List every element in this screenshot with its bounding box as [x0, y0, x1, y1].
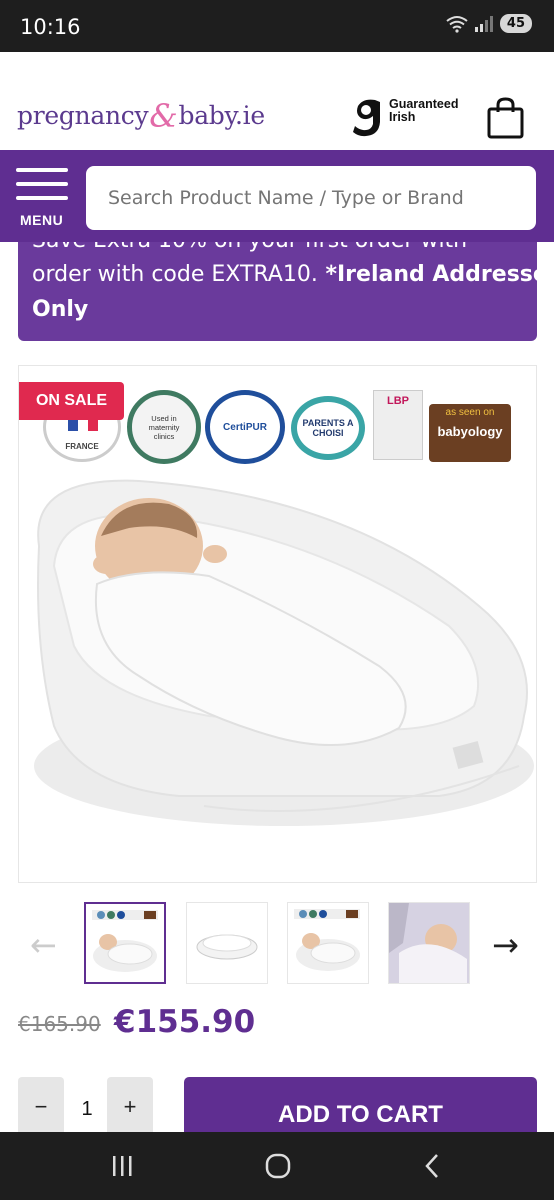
promo-text-bold: Only: [32, 297, 89, 322]
thumbnail-1[interactable]: [84, 902, 166, 984]
wifi-icon: [446, 15, 468, 33]
product-image-card[interactable]: ON SALE FRANCE Used in maternity clinics…: [18, 365, 537, 883]
hamburger-line: [16, 182, 68, 186]
thumbnail-3[interactable]: [287, 902, 369, 984]
carousel-prev-icon[interactable]: ←: [30, 926, 57, 964]
sale-badge: ON SALE: [19, 382, 124, 420]
nav-bar: MENU: [0, 150, 554, 242]
system-nav-bar: [0, 1132, 554, 1200]
sale-price: €155.90: [114, 1004, 256, 1040]
thumbnail-carousel: ← →: [0, 900, 554, 985]
original-price: €165.90: [18, 1012, 101, 1036]
carousel-next-icon[interactable]: →: [492, 926, 519, 964]
babyology-badge: as seen on babyology: [429, 404, 511, 462]
hamburger-line: [16, 168, 68, 172]
product-hero-image: [34, 479, 534, 826]
menu-label: MENU: [20, 212, 64, 228]
status-icons: 45: [446, 14, 532, 33]
thumbnail-2[interactable]: [186, 902, 268, 984]
quantity-increase-button[interactable]: +: [107, 1077, 153, 1137]
lbp-award-badge: LBP: [373, 390, 423, 460]
site-logo[interactable]: pregnancy&baby.ie: [17, 94, 265, 135]
promo-banner: Save Extra 10% on your first order with …: [18, 242, 537, 341]
battery-indicator: 45: [499, 14, 532, 33]
promo-text: order with code EXTRA10. *Ireland Addres…: [32, 262, 537, 287]
status-time: 10:16: [20, 15, 81, 39]
home-icon[interactable]: [264, 1152, 292, 1180]
quantity-value[interactable]: 1: [75, 1098, 99, 1121]
parents-a-choisi-badge: PARENTS A CHOISI: [291, 396, 365, 460]
quantity-decrease-button[interactable]: −: [18, 1077, 64, 1137]
promo-text-partial: Save Extra 10% on your first order with: [32, 242, 467, 253]
menu-button[interactable]: MENU: [16, 168, 72, 230]
shopping-bag-icon[interactable]: [486, 96, 526, 140]
site-header: pregnancy&baby.ie Guaranteed Irish: [0, 52, 554, 150]
logo-ampersand: &: [149, 97, 178, 135]
guaranteed-irish-label: Guaranteed Irish: [389, 97, 459, 124]
search-input[interactable]: [86, 166, 536, 230]
add-to-cart-button[interactable]: ADD TO CART: [184, 1077, 537, 1137]
logo-text-right: baby.ie: [178, 101, 265, 130]
status-bar: 10:16 45: [0, 0, 554, 52]
thumbnail-4[interactable]: [388, 902, 470, 984]
signal-icon: [474, 15, 493, 32]
guaranteed-irish-icon: [353, 99, 380, 137]
hamburger-line: [16, 196, 68, 200]
maternity-clinics-badge: Used in maternity clinics: [127, 390, 201, 464]
certipur-badge: CertiPUR: [205, 390, 285, 464]
recent-apps-icon[interactable]: [110, 1154, 134, 1178]
logo-text-left: pregnancy: [17, 101, 149, 130]
back-icon[interactable]: [422, 1152, 442, 1180]
